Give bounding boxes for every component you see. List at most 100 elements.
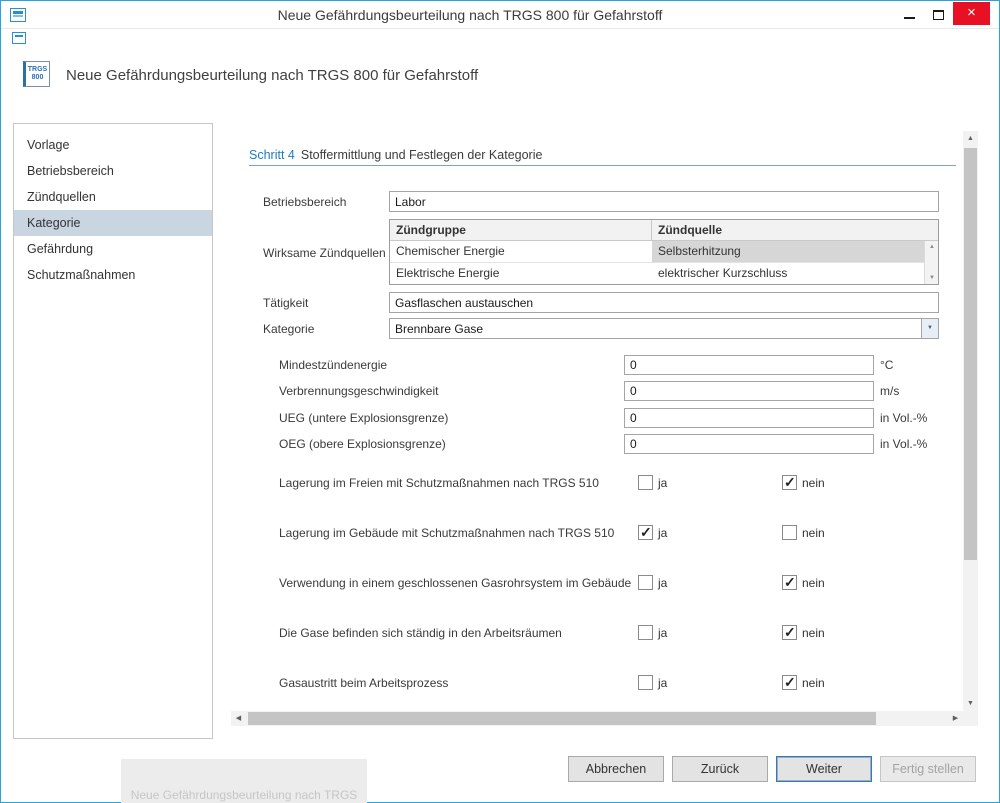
- check-icon: ✓: [784, 624, 796, 640]
- numeric-field-row: UEG (untere Explosionsgrenze) in Vol.-%: [1, 408, 999, 430]
- checkbox-nein[interactable]: ✓: [782, 574, 797, 590]
- nein-label: nein: [802, 676, 825, 690]
- scroll-down-icon[interactable]: ▼: [925, 272, 939, 284]
- step-heading-divider: [249, 165, 956, 166]
- maximize-icon: [933, 10, 944, 20]
- ja-label: ja: [658, 626, 668, 640]
- verbrennungsgeschwindigkeit-input[interactable]: [624, 381, 874, 401]
- zuendquellen-table-header: Zündgruppe Zündquelle: [390, 220, 938, 241]
- horizontal-scrollbar-thumb[interactable]: [248, 712, 876, 725]
- checkbox-nein[interactable]: ✓: [782, 674, 797, 690]
- checkbox-row: Verwendung in einem geschlossenen Gasroh…: [1, 574, 999, 597]
- scroll-up-icon[interactable]: ▲: [963, 131, 978, 146]
- checkbox-nein[interactable]: ✓: [782, 624, 797, 640]
- checkbox-row-label: Lagerung im Freien mit Schutzmaßnahmen n…: [279, 476, 599, 490]
- vertical-scrollbar[interactable]: ▲ ▼: [963, 131, 978, 711]
- horizontal-scrollbar[interactable]: ◀ ▶: [231, 711, 963, 726]
- abbrechen-button[interactable]: Abbrechen: [568, 756, 664, 782]
- check-icon: ✓: [784, 674, 796, 690]
- mindestzuendenergie-label: Mindestzündenergie: [279, 358, 388, 372]
- table-row[interactable]: Elektrische Energie elektrischer Kurzsch…: [390, 262, 938, 283]
- weiter-button[interactable]: Weiter: [776, 756, 872, 782]
- ueg-label: UEG (untere Explosionsgrenze): [279, 411, 449, 425]
- app-icon: [10, 8, 26, 22]
- oeg-label: OEG (obere Explosionsgrenze): [279, 437, 446, 451]
- checkbox-row-label: Gasaustritt beim Arbeitsprozess: [279, 676, 449, 690]
- kategorie-dropdown[interactable]: Brennbare Gase ▼: [389, 318, 939, 339]
- betriebsbereich-label: Betriebsbereich: [263, 195, 347, 209]
- nein-label: nein: [802, 476, 825, 490]
- cell-zuendquelle[interactable]: Selbsterhitzung: [652, 241, 924, 262]
- unit-label: °C: [880, 358, 894, 372]
- sidebar-item-kategorie[interactable]: Kategorie: [14, 210, 212, 236]
- sidebar-item-gefaehrdung[interactable]: Gefährdung: [14, 236, 212, 262]
- background-artifact-text: Neue Gefährdungsbeurteilung nach TRGS: [130, 788, 358, 802]
- vertical-scrollbar-thumb[interactable]: [964, 148, 977, 560]
- maximize-button[interactable]: [925, 5, 951, 25]
- nein-label: nein: [802, 526, 825, 540]
- scrollbar-corner: [963, 711, 978, 726]
- taetigkeit-label: Tätigkeit: [263, 296, 309, 310]
- scroll-right-icon[interactable]: ▶: [948, 711, 963, 726]
- minimize-button[interactable]: [897, 5, 923, 25]
- checkbox-ja[interactable]: ✓: [638, 675, 653, 690]
- window-title: Neue Gefährdungsbeurteilung nach TRGS 80…: [277, 7, 663, 23]
- titlebar: Neue Gefährdungsbeurteilung nach TRGS 80…: [1, 1, 999, 29]
- sidebar-item-schutzmassnahmen[interactable]: Schutzmaßnahmen: [14, 262, 212, 288]
- check-icon: ✓: [784, 474, 796, 490]
- fertig-stellen-button[interactable]: Fertig stellen: [880, 756, 976, 782]
- scroll-up-icon[interactable]: ▲: [925, 241, 939, 253]
- checkbox-ja[interactable]: ✓: [638, 524, 653, 540]
- checkbox-ja[interactable]: ✓: [638, 475, 653, 490]
- mindestzuendenergie-input[interactable]: [624, 355, 874, 375]
- step-number: Schritt 4: [249, 148, 295, 162]
- taetigkeit-input[interactable]: [389, 292, 939, 313]
- minimize-icon: [904, 17, 915, 19]
- sidebar-item-betriebsbereich[interactable]: Betriebsbereich: [14, 158, 212, 184]
- checkbox-row-label: Die Gase befinden sich ständig in den Ar…: [279, 626, 562, 640]
- oeg-input[interactable]: [624, 434, 874, 454]
- scroll-down-icon[interactable]: ▼: [963, 696, 978, 711]
- cell-zuendgruppe[interactable]: Elektrische Energie: [390, 263, 652, 283]
- checkbox-nein[interactable]: ✓: [782, 525, 797, 540]
- numeric-field-row: Verbrennungsgeschwindigkeit m/s: [1, 381, 999, 403]
- checkbox-nein[interactable]: ✓: [782, 474, 797, 490]
- sidebar-item-vorlage[interactable]: Vorlage: [14, 132, 212, 158]
- ja-label: ja: [658, 576, 668, 590]
- column-header-zuendgruppe[interactable]: Zündgruppe: [390, 220, 652, 240]
- cell-zuendquelle[interactable]: elektrischer Kurzschluss: [652, 263, 924, 283]
- unit-label: in Vol.-%: [880, 411, 928, 425]
- step-title: Stoffermittlung und Festlegen der Katego…: [300, 148, 543, 162]
- check-icon: ✓: [640, 524, 652, 540]
- ueg-input[interactable]: [624, 408, 874, 428]
- verbrennungsgeschwindigkeit-label: Verbrennungsgeschwindigkeit: [279, 384, 439, 398]
- ja-label: ja: [658, 476, 668, 490]
- checkbox-row: Lagerung im Gebäude mit Schutzmaßnahmen …: [1, 524, 999, 547]
- table-row[interactable]: Chemischer Energie Selbsterhitzung: [390, 241, 938, 262]
- checkbox-ja[interactable]: ✓: [638, 625, 653, 640]
- table-scrollbar[interactable]: ▲ ▼: [924, 241, 938, 284]
- unit-label: m/s: [880, 384, 900, 398]
- dialog-heading: Neue Gefährdungsbeurteilung nach TRGS 80…: [66, 67, 479, 84]
- sidebar-item-zuendquellen[interactable]: Zündquellen: [14, 184, 212, 210]
- checkbox-row-label: Verwendung in einem geschlossenen Gasroh…: [279, 576, 632, 590]
- kategorie-label: Kategorie: [263, 322, 315, 336]
- numeric-field-row: OEG (obere Explosionsgrenze) in Vol.-%: [1, 434, 999, 456]
- checkbox-row: Lagerung im Freien mit Schutzmaßnahmen n…: [1, 474, 999, 497]
- betriebsbereich-input[interactable]: [389, 191, 939, 212]
- checkbox-row-label: Lagerung im Gebäude mit Schutzmaßnahmen …: [279, 526, 615, 540]
- chevron-down-icon[interactable]: ▼: [921, 319, 938, 338]
- dialog-window: Neue Gefährdungsbeurteilung nach TRGS Ne…: [0, 0, 1000, 803]
- zuendquellen-label: Wirksame Zündquellen: [263, 246, 386, 260]
- step-heading: Schritt 4 Stoffermittlung und Festlegen d…: [249, 148, 542, 162]
- nein-label: nein: [802, 626, 825, 640]
- zurueck-button[interactable]: Zurück: [672, 756, 768, 782]
- checkbox-ja[interactable]: ✓: [638, 575, 653, 590]
- background-window-artifact: Neue Gefährdungsbeurteilung nach TRGS: [121, 759, 367, 803]
- column-header-zuendquelle[interactable]: Zündquelle: [652, 220, 938, 240]
- close-button[interactable]: ×: [953, 2, 990, 25]
- checkbox-row: Gasaustritt beim Arbeitsprozess ✓ ja ✓ n…: [1, 674, 999, 697]
- scroll-left-icon[interactable]: ◀: [231, 711, 246, 726]
- trgs-icon-line2: 800: [31, 74, 44, 81]
- cell-zuendgruppe[interactable]: Chemischer Energie: [390, 241, 652, 262]
